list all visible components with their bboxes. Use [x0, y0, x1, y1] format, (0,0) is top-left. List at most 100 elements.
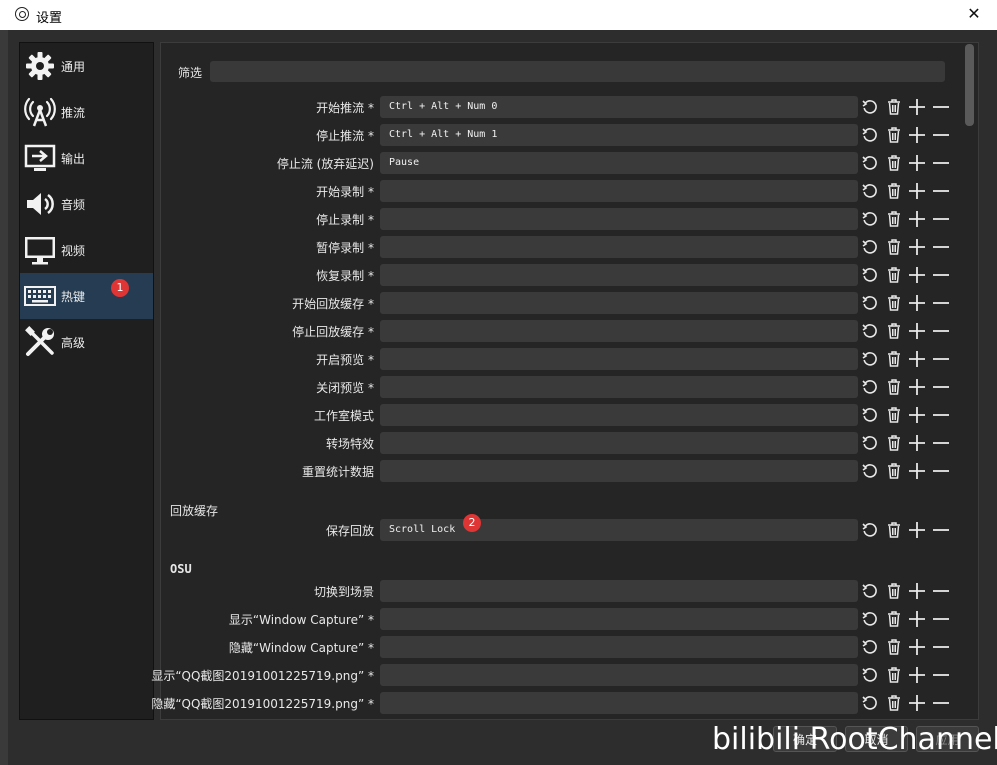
revert-icon[interactable] — [861, 210, 879, 228]
plus-icon[interactable] — [908, 610, 926, 628]
minus-icon[interactable] — [932, 666, 950, 684]
hotkey-input[interactable] — [380, 320, 858, 342]
revert-icon[interactable] — [861, 266, 879, 284]
trash-icon[interactable] — [885, 378, 903, 396]
plus-icon[interactable] — [908, 266, 926, 284]
plus-icon[interactable] — [908, 126, 926, 144]
plus-icon[interactable] — [908, 694, 926, 712]
hotkey-input[interactable] — [380, 636, 858, 658]
revert-icon[interactable] — [861, 294, 879, 312]
trash-icon[interactable] — [885, 406, 903, 424]
minus-icon[interactable] — [932, 694, 950, 712]
plus-icon[interactable] — [908, 294, 926, 312]
plus-icon[interactable] — [908, 350, 926, 368]
plus-icon[interactable] — [908, 638, 926, 656]
hotkey-input[interactable] — [380, 292, 858, 314]
trash-icon[interactable] — [885, 126, 903, 144]
trash-icon[interactable] — [885, 182, 903, 200]
minus-icon[interactable] — [932, 210, 950, 228]
minus-icon[interactable] — [932, 126, 950, 144]
plus-icon[interactable] — [908, 434, 926, 452]
filter-input[interactable] — [210, 61, 945, 82]
sidebar-item-video[interactable]: 视频 — [20, 227, 153, 273]
hotkey-input[interactable] — [380, 348, 858, 370]
plus-icon[interactable] — [908, 462, 926, 480]
revert-icon[interactable] — [861, 462, 879, 480]
revert-icon[interactable] — [861, 638, 879, 656]
plus-icon[interactable] — [908, 406, 926, 424]
revert-icon[interactable] — [861, 350, 879, 368]
revert-icon[interactable] — [861, 610, 879, 628]
hotkey-input[interactable] — [380, 264, 858, 286]
minus-icon[interactable] — [932, 462, 950, 480]
sidebar-item-output[interactable]: 输出 — [20, 135, 153, 181]
hotkey-input[interactable] — [380, 376, 858, 398]
plus-icon[interactable] — [908, 210, 926, 228]
trash-icon[interactable] — [885, 266, 903, 284]
revert-icon[interactable] — [861, 434, 879, 452]
minus-icon[interactable] — [932, 154, 950, 172]
trash-icon[interactable] — [885, 238, 903, 256]
revert-icon[interactable] — [861, 582, 879, 600]
sidebar-item-hotkeys[interactable]: 热键 1 — [20, 273, 153, 319]
minus-icon[interactable] — [932, 582, 950, 600]
trash-icon[interactable] — [885, 434, 903, 452]
trash-icon[interactable] — [885, 666, 903, 684]
hotkey-input[interactable]: Ctrl + Alt + Num 1 — [380, 124, 858, 146]
hotkey-input[interactable] — [380, 608, 858, 630]
minus-icon[interactable] — [932, 521, 950, 539]
close-button[interactable]: ✕ — [963, 3, 985, 25]
scrollbar-thumb[interactable] — [965, 44, 974, 126]
trash-icon[interactable] — [885, 154, 903, 172]
revert-icon[interactable] — [861, 694, 879, 712]
trash-icon[interactable] — [885, 350, 903, 368]
hotkey-input[interactable] — [380, 580, 858, 602]
plus-icon[interactable] — [908, 582, 926, 600]
plus-icon[interactable] — [908, 182, 926, 200]
minus-icon[interactable] — [932, 98, 950, 116]
trash-icon[interactable] — [885, 582, 903, 600]
trash-icon[interactable] — [885, 98, 903, 116]
minus-icon[interactable] — [932, 610, 950, 628]
revert-icon[interactable] — [861, 666, 879, 684]
hotkey-input[interactable]: Pause — [380, 152, 858, 174]
hotkey-input[interactable]: Scroll Lock — [380, 519, 858, 541]
plus-icon[interactable] — [908, 521, 926, 539]
trash-icon[interactable] — [885, 322, 903, 340]
hotkey-input[interactable] — [380, 404, 858, 426]
sidebar-item-advanced[interactable]: 高级 — [20, 319, 153, 365]
minus-icon[interactable] — [932, 294, 950, 312]
scrollbar-track[interactable] — [962, 44, 976, 718]
plus-icon[interactable] — [908, 98, 926, 116]
hotkey-input[interactable] — [380, 664, 858, 686]
revert-icon[interactable] — [861, 322, 879, 340]
plus-icon[interactable] — [908, 154, 926, 172]
revert-icon[interactable] — [861, 154, 879, 172]
revert-icon[interactable] — [861, 521, 879, 539]
trash-icon[interactable] — [885, 210, 903, 228]
hotkey-input[interactable] — [380, 208, 858, 230]
revert-icon[interactable] — [861, 182, 879, 200]
hotkey-input[interactable] — [380, 460, 858, 482]
sidebar-item-stream[interactable]: 推流 — [20, 89, 153, 135]
sidebar-item-general[interactable]: 通用 — [20, 43, 153, 89]
trash-icon[interactable] — [885, 694, 903, 712]
minus-icon[interactable] — [932, 182, 950, 200]
minus-icon[interactable] — [932, 638, 950, 656]
revert-icon[interactable] — [861, 126, 879, 144]
minus-icon[interactable] — [932, 406, 950, 424]
hotkey-input[interactable] — [380, 236, 858, 258]
minus-icon[interactable] — [932, 238, 950, 256]
plus-icon[interactable] — [908, 238, 926, 256]
hotkey-input[interactable] — [380, 180, 858, 202]
plus-icon[interactable] — [908, 666, 926, 684]
minus-icon[interactable] — [932, 350, 950, 368]
trash-icon[interactable] — [885, 294, 903, 312]
sidebar-item-audio[interactable]: 音频 — [20, 181, 153, 227]
revert-icon[interactable] — [861, 378, 879, 396]
revert-icon[interactable] — [861, 238, 879, 256]
hotkey-input[interactable] — [380, 692, 858, 714]
revert-icon[interactable] — [861, 406, 879, 424]
hotkey-input[interactable] — [380, 432, 858, 454]
plus-icon[interactable] — [908, 378, 926, 396]
